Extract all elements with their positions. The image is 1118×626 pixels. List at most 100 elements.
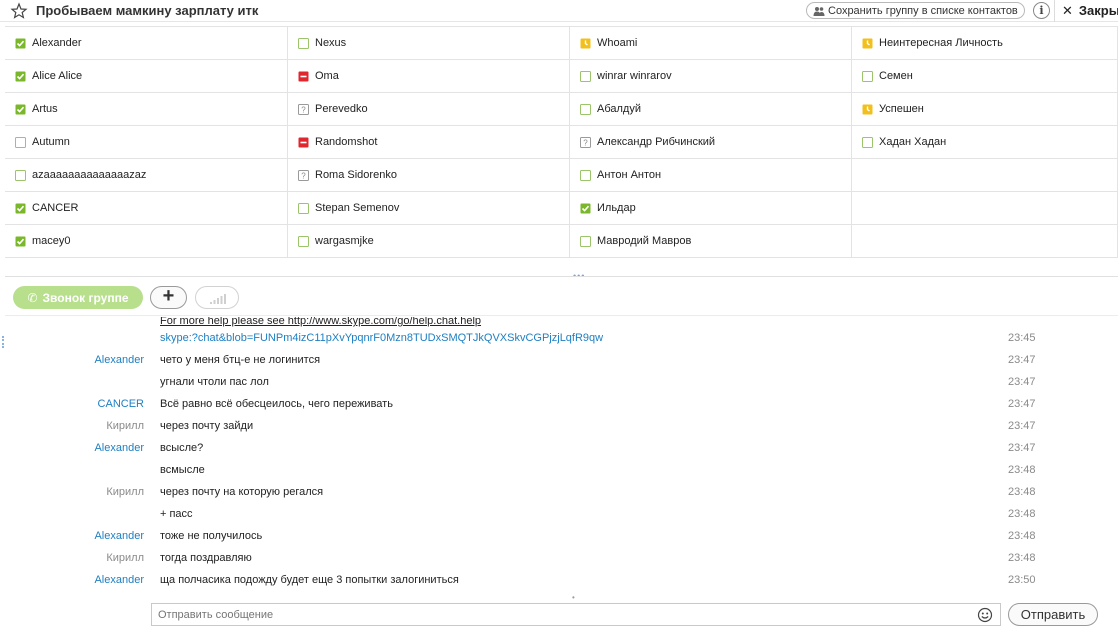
participant-cell[interactable]: macey0 [5,225,288,258]
svg-text:?: ? [301,105,306,114]
message-row: Кирилл через почту на которую регался 23:4… [0,482,1118,504]
participant-cell[interactable]: Семен [852,60,1118,93]
people-icon [813,6,825,16]
phone-icon: ✆ [27,290,38,305]
message-text: + пасс [160,508,193,520]
message-text: угнали чтоли пас лол [160,376,269,388]
call-group-button[interactable]: ✆ Звонок группе [13,286,143,309]
participant-cell [852,225,1118,258]
status-offline-icon [862,136,873,148]
message-row: Кирилл тогда поздравляю 23:48 [0,548,1118,570]
message-row: угнали чтоли пас лол 23:47 [0,372,1118,394]
participant-cell[interactable]: Whoami [570,27,852,60]
message-text: через почту на которую регался [160,486,324,498]
participant-cell[interactable]: Хадан Хадан [852,126,1118,159]
participant-name: Whoami [597,37,638,49]
status-away-icon [862,104,873,114]
star-icon[interactable] [10,2,28,20]
status-online-icon [580,203,591,213]
participant-cell[interactable]: Oma [288,60,570,93]
participant-name: CANCER [32,202,79,214]
status-offline-icon [15,169,26,181]
save-group-button[interactable]: Сохранить группу в списке контактов [806,2,1025,19]
message-row: + пасс 23:48 [0,504,1118,526]
status-offline-icon [580,235,591,247]
participant-cell[interactable]: Мавродий Мавров [570,225,852,258]
participant-cell[interactable]: Успешен [852,93,1118,126]
panel-divider [5,276,1118,277]
status-online-icon [15,71,26,81]
close-button[interactable]: ✕ Закры [1062,3,1118,19]
message-author[interactable]: Alexander [40,442,144,454]
participant-cell[interactable]: Неинтересная Личность [852,27,1118,60]
message-row: Alexander чето у меня бтц-е не логинится 2… [0,350,1118,372]
message-author[interactable]: Alexander [40,354,144,366]
participant-cell[interactable]: Абалдуй [570,93,852,126]
participant-name: wargasmjke [315,235,374,247]
participant-name: Roma Sidorenko [315,169,397,181]
info-icon[interactable]: i [1033,2,1050,19]
message-row: Кирилл через почту зайди 23:47 [0,416,1118,438]
message-text: всмысле [160,464,205,476]
message-row: CANCER Всё равно всё обесцеилось, чего пе… [0,394,1118,416]
message-row: всмысле 23:48 [0,460,1118,482]
participant-cell[interactable]: Alexander [5,27,288,60]
participant-cell[interactable]: Антон Антон [570,159,852,192]
message-text: всысле? [160,442,204,454]
emoticon-icon[interactable] [977,607,993,623]
participant-cell[interactable]: ? Perevedko [288,93,570,126]
message-time: 23:48 [1008,530,1036,542]
svg-text:?: ? [301,171,306,180]
participant-cell[interactable]: Alice Alice [5,60,288,93]
message-link[interactable]: skype:?chat&blob=FUNPm4izC11pXvYpqnrF0Mz… [160,332,603,344]
message-author[interactable]: CANCER [40,398,144,410]
participant-name: Alexander [32,37,82,49]
status-offline-icon [580,169,591,181]
add-participant-button[interactable]: + [150,286,187,309]
participant-cell[interactable]: Nexus [288,27,570,60]
participant-name: Абалдуй [597,103,641,115]
participant-cell[interactable]: azaaaaaaaaaaaaaazaz [5,159,288,192]
status-away-icon [580,38,591,48]
message-history[interactable]: For more help please see http://www.skyp… [0,317,1118,594]
participant-cell[interactable]: Ильдар [570,192,852,225]
composer-grip[interactable]: • [572,593,575,602]
participant-name: Антон Антон [597,169,662,181]
participant-cell[interactable]: winrar winrarov [570,60,852,93]
send-button[interactable]: Отправить [1008,603,1098,626]
participant-name: Artus [32,103,58,115]
message-text: тоже не получилось [160,530,263,542]
status-online-icon [15,104,26,114]
message-author[interactable]: Alexander [40,574,144,586]
message-author[interactable]: Alexander [40,530,144,542]
status-offline-icon [298,37,309,49]
message-input[interactable] [151,603,1001,626]
chat-title: Пробываем мамкину зарплату итк [36,3,259,18]
participant-cell[interactable]: Stepan Semenov [288,192,570,225]
status-offline-icon [298,235,309,247]
message-text: через почту зайди [160,420,254,432]
participant-cell[interactable]: Artus [5,93,288,126]
message-author[interactable]: Кирилл [40,486,144,498]
message-author[interactable]: Кирилл [40,552,144,564]
message-row: skype:?chat&blob=FUNPm4izC11pXvYpqnrF0Mz… [0,328,1118,350]
participant-cell[interactable]: wargasmjke [288,225,570,258]
message-text: чето у меня бтц-е не логинится [160,354,321,366]
status-online-icon [15,38,26,48]
side-grip [2,336,4,348]
participant-name: Хадан Хадан [879,136,947,148]
participant-name: Мавродий Мавров [597,235,692,247]
message-author[interactable]: Кирилл [40,420,144,432]
participant-cell[interactable]: Randomshot [288,126,570,159]
call-quality-button[interactable] [195,286,239,309]
participant-name: Autumn [32,136,70,148]
participant-cell[interactable]: ? Roma Sidorenko [288,159,570,192]
participant-cell[interactable]: Autumn [5,126,288,159]
participant-cell[interactable]: CANCER [5,192,288,225]
message-time: 23:47 [1008,376,1036,388]
participant-name: Randomshot [315,136,378,148]
message-time: 23:45 [1008,332,1036,344]
message-row: Alexander всысле? 23:47 [0,438,1118,460]
save-group-label: Сохранить группу в списке контактов [828,4,1018,17]
participant-cell[interactable]: ? Александр Рибчинский [570,126,852,159]
